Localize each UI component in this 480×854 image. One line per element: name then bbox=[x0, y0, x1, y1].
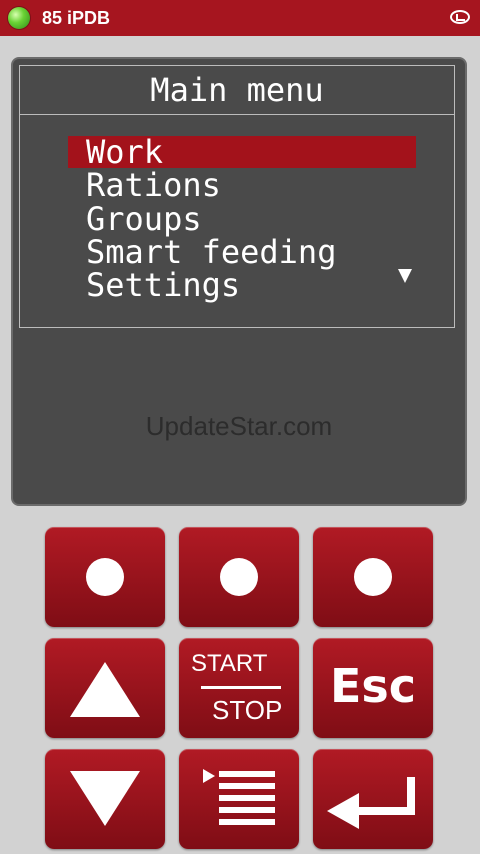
esc-label: Esc bbox=[329, 659, 417, 713]
menu-item-rations[interactable]: Rations bbox=[68, 169, 416, 201]
soft-key-middle-button[interactable] bbox=[179, 527, 299, 627]
circle-icon bbox=[354, 558, 392, 596]
soft-key-right-button[interactable] bbox=[313, 527, 433, 627]
status-bar: 85 iPDB bbox=[0, 0, 480, 36]
menu-list-icon bbox=[203, 769, 275, 825]
start-label: START bbox=[191, 650, 268, 677]
menu-item-smart-feeding[interactable]: Smart feeding bbox=[68, 236, 416, 268]
down-arrow-icon bbox=[70, 771, 140, 826]
enter-button[interactable] bbox=[313, 749, 433, 849]
scroll-down-indicator-icon bbox=[398, 269, 412, 283]
menu-title-box: Main menu bbox=[19, 65, 455, 115]
brand-logo-icon bbox=[450, 10, 470, 24]
green-led-icon bbox=[8, 7, 30, 29]
enter-icon bbox=[327, 777, 415, 829]
watermark: UpdateStar.com bbox=[145, 411, 333, 441]
circle-icon bbox=[86, 558, 124, 596]
display-screen: Main menu Work Rations Groups Smart feed… bbox=[11, 57, 467, 506]
menu-title: Main menu bbox=[150, 71, 324, 109]
stop-label: STOP bbox=[212, 695, 283, 725]
menu-item-settings[interactable]: Settings bbox=[68, 269, 416, 301]
up-arrow-icon bbox=[70, 662, 140, 717]
menu-list-button[interactable] bbox=[179, 749, 299, 849]
up-button[interactable] bbox=[45, 638, 165, 738]
start-stop-button[interactable]: START STOP bbox=[179, 638, 299, 738]
soft-key-left-button[interactable] bbox=[45, 527, 165, 627]
menu-list: Work Rations Groups Smart feeding Settin… bbox=[19, 114, 455, 328]
app-title: 85 iPDB bbox=[42, 8, 111, 28]
divider bbox=[201, 686, 281, 689]
esc-button[interactable]: Esc bbox=[313, 638, 433, 738]
circle-icon bbox=[220, 558, 258, 596]
menu-item-groups[interactable]: Groups bbox=[68, 203, 416, 235]
menu-item-work[interactable]: Work bbox=[68, 136, 416, 168]
down-button[interactable] bbox=[45, 749, 165, 849]
